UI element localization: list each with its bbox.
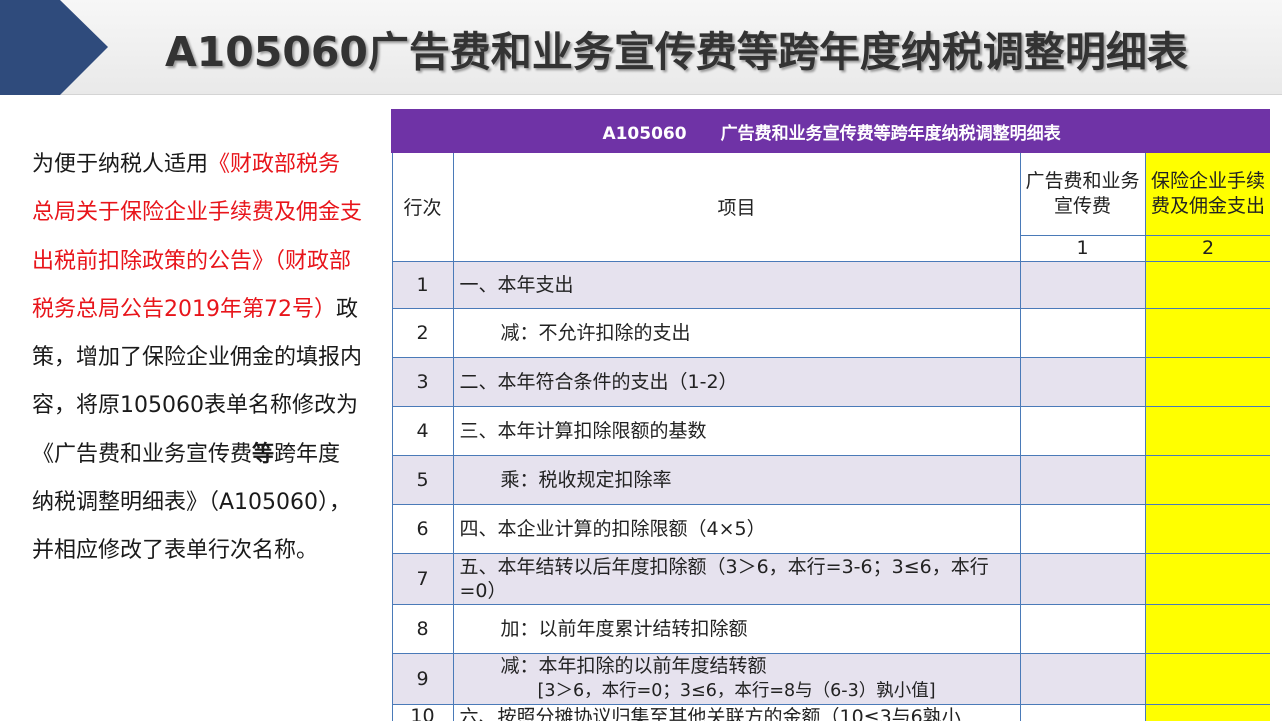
header-row-no: 行次 <box>391 151 454 262</box>
row-col1-cell[interactable] <box>1019 503 1146 554</box>
row-col2-cell[interactable] <box>1144 454 1270 505</box>
table-row: 1 一、本年支出 <box>391 260 1270 309</box>
row-number: 8 <box>391 603 454 654</box>
policy-reference: 《财政部税务总局关于保险企业手续费及佣金支出税前扣除政策的公告》（财政部 税务总… <box>32 152 363 322</box>
description-intro: 为便于纳税人适用 <box>32 152 209 177</box>
page-title: A105060广告费和业务宣传费等跨年度纳税调整明细表 <box>165 28 1188 76</box>
emphasis-text: 等 <box>252 441 275 467</box>
row-col2-cell[interactable] <box>1144 652 1270 705</box>
table-row: 8 加：以前年度累计结转扣除额 <box>391 603 1270 654</box>
row-number: 9 <box>391 652 454 705</box>
row-col2-cell[interactable] <box>1144 260 1270 309</box>
table-header-row: 行次 项目 广告费和业务宣传费 保险企业手续费及佣金支出 <box>391 151 1270 262</box>
row-item-text: 减：不允许扣除的支出 <box>500 321 691 344</box>
table-row: 9 减：本年扣除的以前年度结转额 [3＞6，本行=0；3≤6，本行=8与（6-3… <box>391 652 1270 705</box>
row-number: 1 <box>391 260 454 309</box>
row-item-text: 乘：税收规定扣除率 <box>500 468 672 491</box>
row-item: 六、按照分摊协议归集至其他关联方的金额（10≤3与6孰小 <box>452 703 1021 721</box>
row-col1-cell[interactable] <box>1019 603 1146 654</box>
table-row: 10 六、按照分摊协议归集至其他关联方的金额（10≤3与6孰小 <box>391 703 1270 721</box>
description-text: 为便于纳税人适用《财政部税务总局关于保险企业手续费及佣金支出税前扣除政策的公告》… <box>32 141 362 576</box>
row-col2-cell[interactable] <box>1144 503 1270 554</box>
row-number: 6 <box>391 503 454 554</box>
row-item: 减：不允许扣除的支出 <box>452 307 1021 358</box>
table-name: 广告费和业务宣传费等跨年度纳税调整明细表 <box>720 123 1061 144</box>
row-item: 二、本年符合条件的支出（1-2） <box>452 356 1021 407</box>
chevron-arrow-icon <box>0 0 108 95</box>
table-row: 7 五、本年结转以后年度扣除额（3＞6，本行=3-6；3≤6，本行=0） <box>391 552 1270 605</box>
column-number-2: 2 <box>1144 234 1270 262</box>
row-item: 四、本企业计算的扣除限额（4×5） <box>452 503 1021 554</box>
row-col1-cell[interactable] <box>1019 454 1146 505</box>
row-number: 10 <box>391 703 454 721</box>
table-row: 2 减：不允许扣除的支出 <box>391 307 1270 358</box>
row-col1-cell[interactable] <box>1019 405 1146 456</box>
slide-header: A105060广告费和业务宣传费等跨年度纳税调整明细表 <box>0 0 1282 95</box>
row-number: 2 <box>391 307 454 358</box>
row-item-formula: [3＞6，本行=0；3≤6，本行=8与（6-3）孰小值] <box>537 681 936 701</box>
header-item: 项目 <box>452 151 1021 262</box>
table-row: 3 二、本年符合条件的支出（1-2） <box>391 356 1270 407</box>
row-item-text: 加：以前年度累计结转扣除额 <box>500 617 748 640</box>
column-number-1: 1 <box>1019 234 1146 262</box>
table-row: 5 乘：税收规定扣除率 <box>391 454 1270 505</box>
row-col2-cell[interactable] <box>1144 405 1270 456</box>
row-col1-cell[interactable] <box>1019 307 1146 358</box>
table-row: 6 四、本企业计算的扣除限额（4×5） <box>391 503 1270 554</box>
adjustment-table: A105060 广告费和业务宣传费等跨年度纳税调整明细表 行次 项目 广告费和业务… <box>391 109 1270 721</box>
row-item: 一、本年支出 <box>452 260 1021 309</box>
table-title: A105060 广告费和业务宣传费等跨年度纳税调整明细表 <box>391 109 1270 153</box>
row-number: 7 <box>391 552 454 605</box>
row-col2-cell[interactable] <box>1144 307 1270 358</box>
row-col1-cell[interactable] <box>1019 703 1146 721</box>
row-col2-cell[interactable] <box>1144 603 1270 654</box>
header-col1: 广告费和业务宣传费 <box>1019 151 1146 236</box>
row-item: 减：本年扣除的以前年度结转额 [3＞6，本行=0；3≤6，本行=8与（6-3）孰… <box>452 652 1021 705</box>
row-item: 五、本年结转以后年度扣除额（3＞6，本行=3-6；3≤6，本行=0） <box>452 552 1021 605</box>
row-col1-cell[interactable] <box>1019 552 1146 605</box>
row-item: 加：以前年度累计结转扣除额 <box>452 603 1021 654</box>
header-col2: 保险企业手续费及佣金支出 <box>1144 151 1270 236</box>
row-number: 5 <box>391 454 454 505</box>
row-col2-cell[interactable] <box>1144 356 1270 407</box>
row-col1-cell[interactable] <box>1019 260 1146 309</box>
row-col2-cell[interactable] <box>1144 703 1270 721</box>
row-item: 三、本年计算扣除限额的基数 <box>452 405 1021 456</box>
row-item-text: 减：本年扣除的以前年度结转额 <box>500 655 767 677</box>
row-item: 乘：税收规定扣除率 <box>452 454 1021 505</box>
adjustment-table-container: A105060 广告费和业务宣传费等跨年度纳税调整明细表 行次 项目 广告费和业务… <box>391 109 1270 721</box>
row-col1-cell[interactable] <box>1019 356 1146 407</box>
row-number: 4 <box>391 405 454 456</box>
table-title-row: A105060 广告费和业务宣传费等跨年度纳税调整明细表 <box>391 109 1270 153</box>
row-col2-cell[interactable] <box>1144 552 1270 605</box>
row-number: 3 <box>391 356 454 407</box>
table-code: A105060 <box>602 123 687 144</box>
row-col1-cell[interactable] <box>1019 652 1146 705</box>
table-row: 4 三、本年计算扣除限额的基数 <box>391 405 1270 456</box>
